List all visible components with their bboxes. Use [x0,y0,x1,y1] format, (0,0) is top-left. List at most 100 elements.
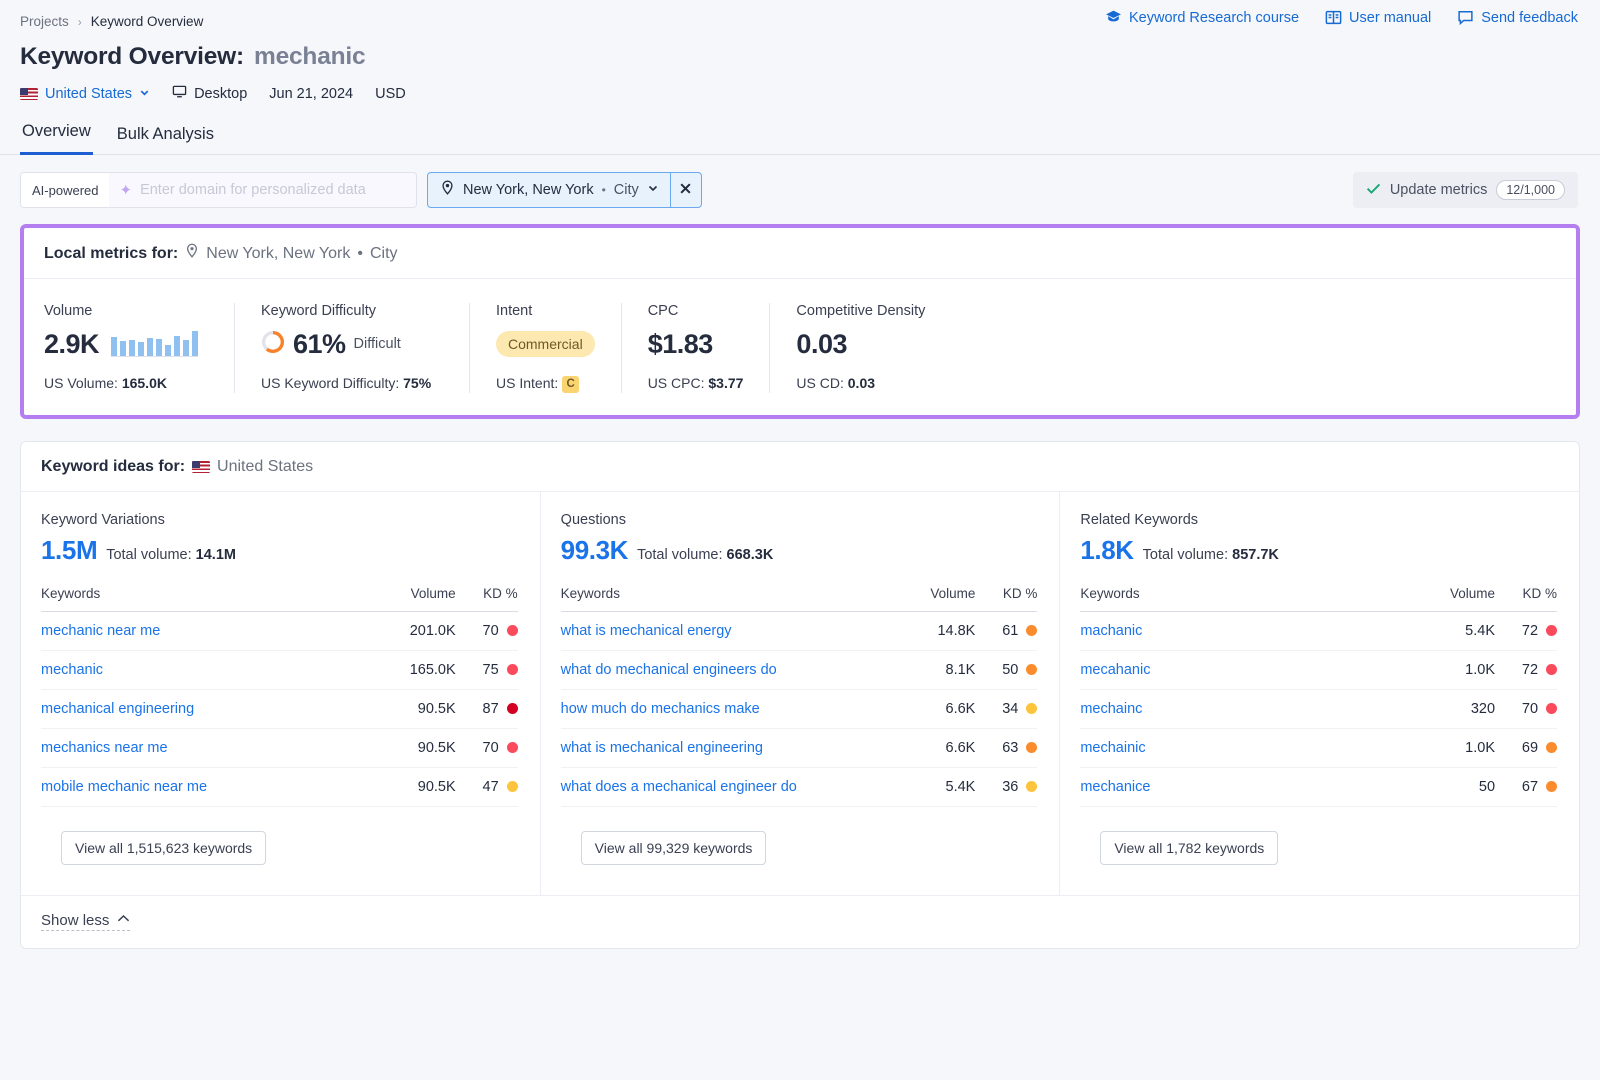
view-all-keywords-button[interactable]: View all 1,782 keywords [1100,831,1278,865]
column-total-value: 14.1M [196,547,236,563]
table-row: how much do mechanics make 6.6K34 [561,689,1038,728]
metric-volume-sub-value: 165.0K [122,375,167,391]
kd-severity-dot [507,742,518,753]
sparkline-bar-1 [120,341,126,356]
keyword-cell: mechanice [1080,767,1409,806]
column-total-value: 668.3K [727,547,774,563]
kd-cell: 34 [975,689,1037,728]
volume-cell: 50 [1409,767,1495,806]
keyword-link[interactable]: mechanic near me [41,623,160,639]
ai-domain-input-group[interactable]: AI-powered ✦ Enter domain for personaliz… [20,172,417,208]
metric-volume-sub-label: US Volume: [44,375,118,391]
location-chip-main[interactable]: New York, New York • City [428,173,670,207]
user-manual-link[interactable]: User manual [1325,9,1431,26]
keyword-link[interactable]: mechanic [41,662,103,678]
location-filter-chip[interactable]: New York, New York • City [427,172,702,208]
kd-cell: 61 [975,611,1037,650]
breadcrumb-projects[interactable]: Projects [20,14,69,29]
update-metrics-button[interactable]: Update metrics 12/1,000 [1353,172,1578,208]
keyword-link[interactable]: mecahanic [1080,662,1150,678]
tab-overview[interactable]: Overview [20,122,93,155]
domain-input-wrapper[interactable]: ✦ Enter domain for personalized data [109,173,416,207]
column-total-volume: Total volume: 857.7K [1143,547,1279,563]
keyword-link[interactable]: mechainc [1080,701,1142,717]
column-header-volume[interactable]: Volume [1409,586,1495,612]
column-header-volume[interactable]: Volume [370,586,456,612]
keyword-link[interactable]: mechanice [1080,779,1150,795]
kd-value: 50 [1002,662,1018,678]
local-metrics-card: Local metrics for: New York, New York • … [20,224,1580,419]
kd-cell: 70 [456,728,518,767]
chevron-down-icon [647,182,659,198]
keyword-link[interactable]: what does a mechanical engineer do [561,779,797,795]
keyword-link[interactable]: mechainic [1080,740,1145,756]
keyword-research-course-link[interactable]: Keyword Research course [1105,9,1299,26]
volume-cell: 6.6K [889,689,975,728]
controls-row: AI-powered ✦ Enter domain for personaliz… [0,155,1600,224]
keyword-ideas-columns: Keyword Variations1.5MTotal volume: 14.1… [21,492,1579,895]
metric-volume-value: 2.9K [44,329,99,360]
keyword-link[interactable]: mechanics near me [41,740,168,756]
keyword-link[interactable]: how much do mechanics make [561,701,760,717]
location-chip-close-button[interactable] [670,173,701,207]
column-header-keywords[interactable]: Keywords [561,586,890,612]
column-title: Keyword Variations [41,512,518,528]
column-header-kd[interactable]: KD % [1495,586,1557,612]
table-row: mechanical engineering90.5K87 [41,689,518,728]
domain-input-placeholder: Enter domain for personalized data [140,182,366,198]
book-icon [1325,9,1342,26]
metric-kd-sub-label: US Keyword Difficulty: [261,375,399,391]
country-selector[interactable]: United States [20,86,150,102]
keyword-link[interactable]: mechanical engineering [41,701,194,717]
view-all-keywords-button[interactable]: View all 1,515,623 keywords [61,831,266,865]
kd-severity-dot [1546,742,1557,753]
show-less-button[interactable]: Show less [41,912,130,931]
metric-kd-value: 61% [293,329,346,360]
page-header: Projects › Keyword Overview Keyword Rese… [0,0,1600,103]
keyword-link[interactable]: what is mechanical engineering [561,740,763,756]
volume-cell: 5.4K [889,767,975,806]
kd-severity-dot [1026,664,1037,675]
column-stats: 99.3K Total volume: 668.3K [561,535,1038,566]
keyword-link[interactable]: mobile mechanic near me [41,779,207,795]
header-help-links: Keyword Research course User manual Send… [1105,9,1578,26]
column-header-volume[interactable]: Volume [889,586,975,612]
keyword-cell: what is mechanical engineering [561,728,890,767]
keyword-link[interactable]: what is mechanical energy [561,623,732,639]
kd-cell: 87 [456,689,518,728]
column-keyword-count[interactable]: 1.8K [1080,535,1133,566]
kd-severity-dot [1026,781,1037,792]
keyword-link[interactable]: what do mechanical engineers do [561,662,777,678]
sparkline-bar-8 [183,340,189,356]
kd-value: 47 [483,779,499,795]
column-keyword-count[interactable]: 99.3K [561,535,628,566]
tab-bulk-analysis[interactable]: Bulk Analysis [115,125,216,155]
view-all-keywords-button[interactable]: View all 99,329 keywords [581,831,767,865]
local-metrics-location: New York, New York [206,245,350,263]
kd-severity-dot [507,781,518,792]
column-total-volume: Total volume: 668.3K [637,547,773,563]
metric-volume-sub: US Volume: 165.0K [44,375,208,391]
keyword-cell: mechanic near me [41,611,370,650]
update-metrics-quota: 12/1,000 [1496,180,1565,200]
send-feedback-link[interactable]: Send feedback [1457,9,1578,26]
table-row: what do mechanical engineers do8.1K50 [561,650,1038,689]
keyword-link[interactable]: machanic [1080,623,1142,639]
kd-value: 87 [483,701,499,717]
column-title: Questions [561,512,1038,528]
column-header-keywords[interactable]: Keywords [41,586,370,612]
keyword-cell: mechainic [1080,728,1409,767]
keyword-cell: what is mechanical energy [561,611,890,650]
column-header-kd[interactable]: KD % [456,586,518,612]
view-all-row: View all 1,515,623 keywords [41,807,518,895]
table-row: mecahanic1.0K72 [1080,650,1557,689]
table-header-row: KeywordsVolumeKD % [41,586,518,612]
kd-severity-dot [1026,625,1037,636]
column-keyword-count[interactable]: 1.5M [41,535,97,566]
column-header-kd[interactable]: KD % [975,586,1037,612]
table-row: mechanice5067 [1080,767,1557,806]
sparkline-bar-3 [138,342,144,356]
keyword-ideas-column: Keyword Variations1.5MTotal volume: 14.1… [21,492,540,895]
column-header-keywords[interactable]: Keywords [1080,586,1409,612]
metric-intent-sub-value: C [562,376,579,393]
